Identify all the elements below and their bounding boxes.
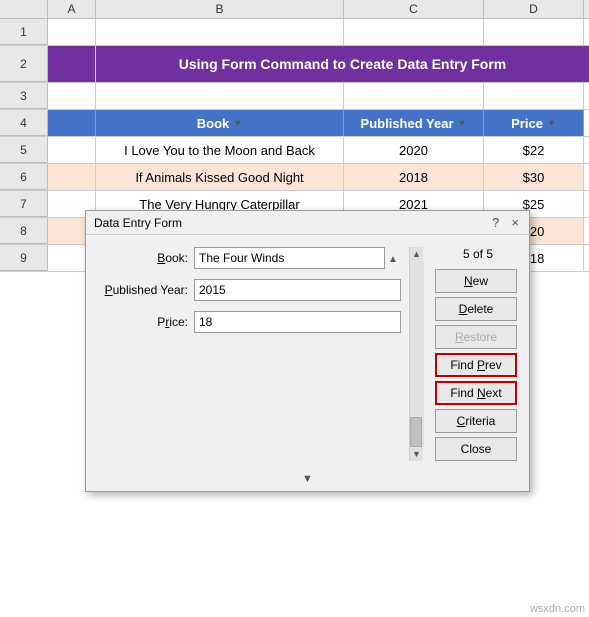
- price-dropdown-icon[interactable]: ▼: [547, 118, 556, 128]
- watermark: wsxdn.com: [530, 603, 585, 615]
- dialog-body: Book: ▲ Published Year: Price:: [86, 235, 529, 469]
- book-label: Book:: [94, 251, 194, 265]
- scrollbar-thumb[interactable]: [410, 417, 422, 447]
- scroll-indicator: ▲: [385, 252, 401, 265]
- dialog-title: Data Entry Form: [94, 216, 182, 230]
- col-headers: A B C D: [0, 0, 589, 19]
- col-b-header: B: [96, 0, 344, 18]
- criteria-button[interactable]: Criteria: [435, 409, 517, 433]
- row-2: 2 Using Form Command to Create Data Entr…: [0, 46, 589, 83]
- rownum-8: 8: [0, 218, 48, 244]
- scrollbar-up-arrow[interactable]: ▲: [412, 247, 421, 261]
- col-book-header: Book ▼: [96, 110, 344, 136]
- restore-button[interactable]: Restore: [435, 325, 517, 349]
- dialog-footer: ▼: [86, 469, 529, 491]
- cell-price-2: $30: [484, 164, 584, 190]
- data-entry-form-dialog: Data Entry Form ? × Book: ▲ Published Ye…: [85, 210, 530, 492]
- cell-year-1: 2020: [344, 137, 484, 163]
- col-a-header: A: [48, 0, 96, 18]
- dialog-controls: ? ×: [490, 215, 521, 230]
- col-c-header: C: [344, 0, 484, 18]
- book-dropdown-icon[interactable]: ▼: [233, 118, 242, 128]
- close-button[interactable]: Close: [435, 437, 517, 461]
- price-input[interactable]: [194, 311, 401, 333]
- new-button[interactable]: New: [435, 269, 517, 293]
- price-label: Price:: [94, 315, 194, 329]
- book-input[interactable]: [194, 247, 385, 269]
- rownum-2: 2: [0, 46, 48, 82]
- table-header-row: 4 Book ▼ Published Year ▼ Price ▼: [0, 110, 589, 137]
- rownum-6: 6: [0, 164, 48, 190]
- price-field-row: Price:: [94, 311, 401, 333]
- rownum-9: 9: [0, 245, 48, 271]
- rownum-1: 1: [0, 19, 48, 45]
- cell-year-2: 2018: [344, 164, 484, 190]
- col-d-header: D: [484, 0, 584, 18]
- row-1: 1: [0, 19, 589, 46]
- dialog-help-button[interactable]: ?: [490, 215, 501, 230]
- book-field-row: Book: ▲: [94, 247, 401, 269]
- year-label: Published Year:: [94, 283, 194, 297]
- col-price-header: Price ▼: [484, 110, 584, 136]
- cell-price-1: $22: [484, 137, 584, 163]
- row-3: 3: [0, 83, 589, 110]
- scroll-up-icon[interactable]: ▲: [388, 254, 398, 265]
- find-next-button[interactable]: Find Next: [435, 381, 517, 405]
- year-dropdown-icon[interactable]: ▼: [458, 118, 467, 128]
- rownum-4: 4: [0, 110, 48, 136]
- delete-button[interactable]: Delete: [435, 297, 517, 321]
- table-row: 6 If Animals Kissed Good Night 2018 $30: [0, 164, 589, 191]
- scrollbar-track[interactable]: [410, 261, 424, 447]
- find-prev-button[interactable]: Find Prev: [435, 353, 517, 377]
- title-cell: Using Form Command to Create Data Entry …: [96, 46, 589, 82]
- table-row: 5 I Love You to the Moon and Back 2020 $…: [0, 137, 589, 164]
- record-count: 5 of 5: [435, 247, 521, 261]
- year-field-row: Published Year:: [94, 279, 401, 301]
- dialog-scrollbar: ▲ ▼: [409, 247, 423, 461]
- rownum-7: 7: [0, 191, 48, 217]
- dialog-right-panel: 5 of 5 New Delete Restore Find Prev Find…: [431, 247, 521, 461]
- dialog-fields: Book: ▲ Published Year: Price:: [94, 247, 401, 461]
- dialog-titlebar: Data Entry Form ? ×: [86, 211, 529, 235]
- col-year-header: Published Year ▼: [344, 110, 484, 136]
- cell-book-1: I Love You to the Moon and Back: [96, 137, 344, 163]
- footer-down-arrow-icon[interactable]: ▼: [302, 473, 313, 485]
- scrollbar-down-arrow[interactable]: ▼: [412, 447, 421, 461]
- rownum-3: 3: [0, 83, 48, 109]
- row-num-header: [0, 0, 48, 18]
- dialog-close-icon-button[interactable]: ×: [509, 215, 521, 230]
- year-input[interactable]: [194, 279, 401, 301]
- cell-book-2: If Animals Kissed Good Night: [96, 164, 344, 190]
- rownum-5: 5: [0, 137, 48, 163]
